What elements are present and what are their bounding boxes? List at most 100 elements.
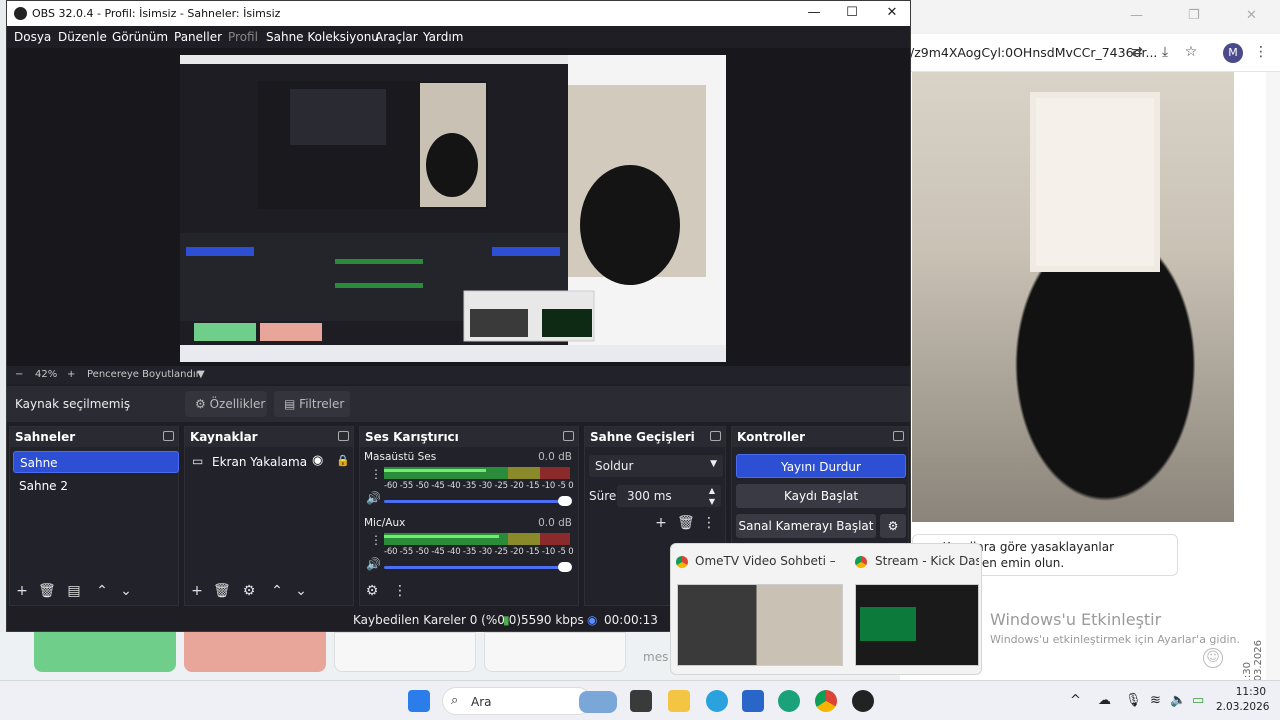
undock-icon[interactable] bbox=[338, 431, 349, 441]
speaker-icon[interactable]: 🔊 bbox=[366, 491, 381, 505]
edge-icon[interactable] bbox=[778, 690, 800, 712]
sources-dock: Kaynaklar ▭ Ekran Yakalama ◉ 🔒 + 🗑 ⚙ ⌃ ⌄ bbox=[184, 426, 354, 606]
program-preview[interactable] bbox=[180, 55, 726, 362]
dropped-frames: Kaybedilen Kareler 0 (%0.0) bbox=[353, 613, 522, 627]
thumbnail-title-ometv[interactable]: OmeTV Video Sohbeti —... bbox=[695, 554, 835, 568]
transition-select[interactable]: Soldur ▼ bbox=[589, 455, 723, 477]
chevron-down-icon[interactable]: ⌄ bbox=[118, 583, 134, 599]
advanced-audio-gear-icon[interactable]: ⚙ bbox=[364, 583, 380, 599]
menu-docks[interactable]: Paneller bbox=[174, 30, 222, 44]
chrome-taskbar-icon[interactable] bbox=[815, 690, 837, 712]
browser-close-icon[interactable]: ✕ bbox=[1246, 8, 1257, 23]
translate-icon[interactable]: ⇄ bbox=[1128, 43, 1146, 61]
duration-label: Süre bbox=[589, 489, 617, 503]
menu-edit[interactable]: Düzenle bbox=[58, 30, 107, 44]
trash-icon[interactable]: 🗑 bbox=[38, 583, 56, 599]
undock-icon[interactable] bbox=[163, 431, 174, 441]
white-pill-button bbox=[334, 632, 476, 672]
add-icon[interactable]: + bbox=[653, 515, 669, 531]
tray-network-icon[interactable]: ☁ bbox=[1098, 693, 1111, 708]
filter-icon: ▤ bbox=[284, 397, 296, 411]
microphone-icon[interactable]: 🎙 bbox=[1125, 693, 1142, 708]
menu-profile[interactable]: Profil bbox=[228, 30, 258, 44]
browser-restore-icon[interactable]: ❐ bbox=[1188, 8, 1200, 23]
filters-button[interactable]: ▤ Filtreler bbox=[274, 391, 350, 417]
stop-stream-button[interactable]: Yayını Durdur bbox=[736, 454, 906, 478]
telegram-icon[interactable] bbox=[706, 690, 728, 712]
file-explorer-icon[interactable] bbox=[668, 690, 690, 712]
browser-scrollbar[interactable] bbox=[1266, 72, 1280, 680]
volume-icon[interactable]: 🔈 bbox=[1170, 693, 1186, 708]
menu-tools[interactable]: Araçlar bbox=[375, 30, 418, 44]
browser-url[interactable]: /z9m4XAogCyl:0OHnsdMvCCr_7436dr... bbox=[910, 45, 1157, 60]
thumbnail-preview-kick[interactable] bbox=[855, 584, 979, 666]
maximize-icon[interactable]: ☐ bbox=[841, 4, 863, 22]
volume-slider[interactable] bbox=[384, 496, 572, 506]
browser-address-bar[interactable]: /z9m4XAogCyl:0OHnsdMvCCr_7436dr... ⇄ ⤓ ☆… bbox=[900, 34, 1280, 72]
chevron-down-icon[interactable]: ▼ bbox=[197, 369, 205, 380]
browser-minimize-icon[interactable]: — bbox=[1130, 8, 1143, 23]
volume-meter bbox=[384, 467, 570, 479]
taskbar-search[interactable]: ⌕ Ara bbox=[442, 687, 617, 715]
gear-icon[interactable]: ⚙ bbox=[241, 583, 257, 599]
browser-titlebar: — ❐ ✕ bbox=[900, 0, 1280, 34]
kebab-icon[interactable]: ⋮ bbox=[392, 583, 408, 599]
menu-scene-collection[interactable]: Sahne Koleksiyonu bbox=[266, 30, 379, 44]
undock-icon[interactable] bbox=[893, 431, 904, 441]
speaker-icon[interactable]: 🔊 bbox=[366, 557, 381, 571]
controls-dock-header: Kontroller bbox=[732, 427, 908, 447]
scene-item-sahne-2[interactable]: Sahne 2 bbox=[13, 475, 179, 497]
add-icon[interactable]: + bbox=[14, 583, 30, 599]
filter-icon[interactable]: ▤ bbox=[66, 583, 82, 599]
start-virtual-camera-button[interactable]: Sanal Kamerayı Başlat bbox=[736, 514, 876, 538]
task-view-icon[interactable] bbox=[630, 690, 652, 712]
volume-slider[interactable] bbox=[384, 562, 572, 572]
zoom-out-button[interactable]: − bbox=[15, 369, 23, 380]
scene-item-sahne[interactable]: Sahne bbox=[13, 451, 179, 473]
trash-icon[interactable]: 🗑 bbox=[677, 515, 695, 531]
minimize-icon[interactable]: — bbox=[803, 4, 825, 22]
trash-icon[interactable]: 🗑 bbox=[213, 583, 231, 599]
start-recording-button[interactable]: Kaydı Başlat bbox=[736, 484, 906, 508]
scenes-footer: + 🗑 ▤ ⌃ ⌄ bbox=[10, 579, 178, 605]
install-icon[interactable]: ⤓ bbox=[1156, 43, 1174, 61]
undock-icon[interactable] bbox=[563, 431, 574, 441]
browser-menu-icon[interactable]: ⋮ bbox=[1252, 43, 1270, 61]
menu-view[interactable]: Görünüm bbox=[112, 30, 168, 44]
lock-icon[interactable]: 🔒 bbox=[336, 454, 350, 467]
zoom-fit-select[interactable]: Pencereye Boyutlandır bbox=[87, 369, 200, 380]
eye-icon[interactable]: ◉ bbox=[312, 453, 323, 468]
thumbnail-title-kick[interactable]: Stream - Kick Das... bbox=[875, 554, 979, 568]
chevron-down-icon[interactable]: ⌄ bbox=[293, 583, 309, 599]
spin-arrows-icon[interactable]: ▲ ▼ bbox=[709, 485, 715, 507]
chevron-up-icon[interactable]: ⌃ bbox=[94, 583, 110, 599]
add-icon[interactable]: + bbox=[189, 583, 205, 599]
track-db: 0.0 dB bbox=[538, 517, 572, 529]
store-icon[interactable] bbox=[742, 690, 764, 712]
kebab-icon[interactable]: ⋮ bbox=[370, 467, 382, 481]
close-icon[interactable]: ✕ bbox=[881, 4, 903, 22]
bookmark-star-icon[interactable]: ☆ bbox=[1182, 43, 1200, 61]
windows-start-icon[interactable] bbox=[408, 690, 430, 712]
properties-button[interactable]: ⚙ Özellikler bbox=[185, 391, 267, 417]
profile-avatar[interactable]: M bbox=[1223, 43, 1243, 63]
system-clock[interactable]: 11:30 2.03.2026 bbox=[1216, 685, 1269, 715]
virtual-camera-gear-icon[interactable]: ⚙ bbox=[880, 514, 906, 538]
menu-file[interactable]: Dosya bbox=[14, 30, 51, 44]
wifi-icon[interactable]: ≋ bbox=[1150, 693, 1161, 708]
duration-spinbox[interactable]: 300 ms ▲ ▼ bbox=[617, 485, 721, 507]
kebab-icon[interactable]: ⋮ bbox=[370, 533, 382, 547]
battery-icon[interactable]: ▭ bbox=[1192, 693, 1204, 708]
source-item-screen-capture[interactable]: ▭ Ekran Yakalama ◉ 🔒 bbox=[188, 453, 350, 473]
track-db: 0.0 dB bbox=[538, 451, 572, 463]
tray-chevron-up-icon[interactable]: ^ bbox=[1070, 693, 1081, 708]
zoom-in-button[interactable]: + bbox=[67, 369, 75, 380]
undock-icon[interactable] bbox=[710, 431, 721, 441]
emoji-icon[interactable]: ☺ bbox=[1203, 648, 1223, 668]
obs-window: OBS 32.0.4 - Profil: İsimsiz - Sahneler:… bbox=[6, 0, 911, 632]
menu-help[interactable]: Yardım bbox=[423, 30, 463, 44]
thumbnail-preview-ometv[interactable] bbox=[677, 584, 843, 666]
chevron-up-icon[interactable]: ⌃ bbox=[269, 583, 285, 599]
obs-taskbar-icon[interactable] bbox=[852, 690, 874, 712]
kebab-icon[interactable]: ⋮ bbox=[701, 515, 717, 531]
